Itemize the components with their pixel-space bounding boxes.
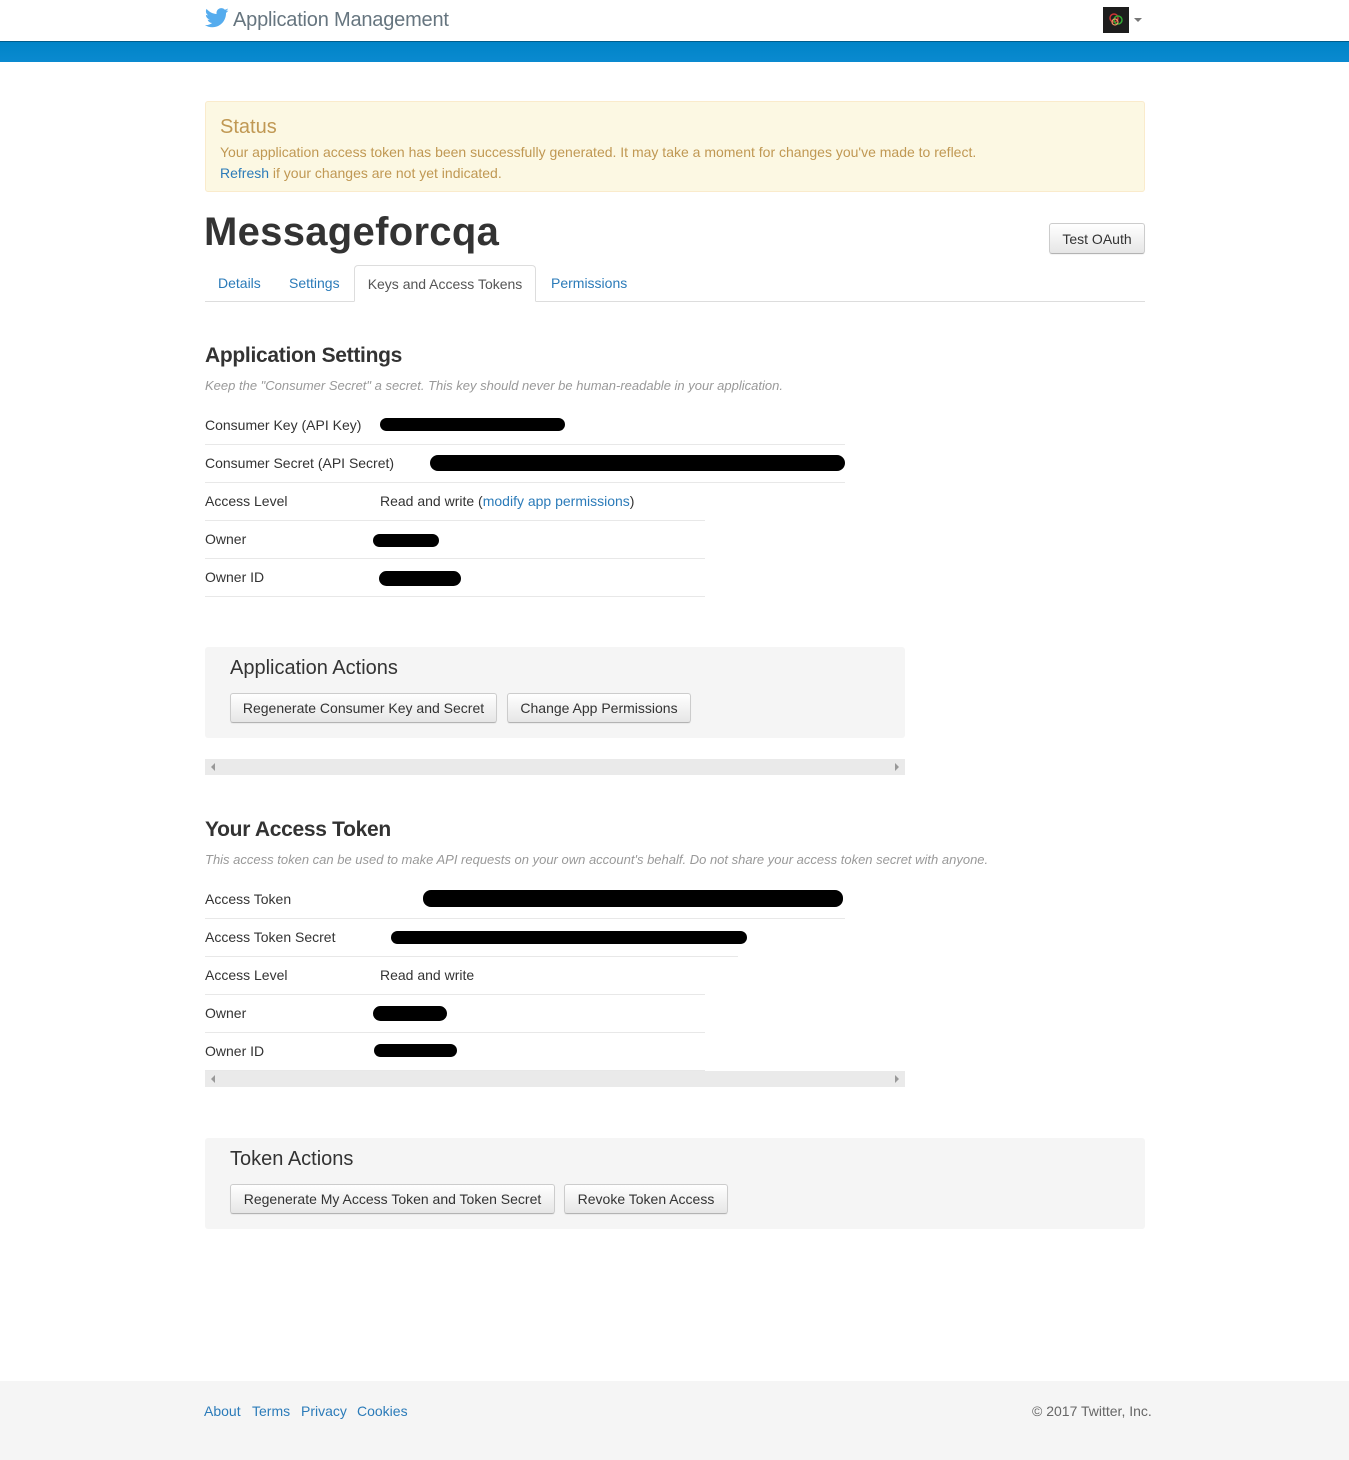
app-access-level-row: Access Level Read and write (modify app …	[205, 483, 705, 521]
tab-details[interactable]: Details	[218, 265, 261, 301]
application-actions-heading: Application Actions	[230, 657, 398, 679]
test-oauth-button[interactable]: Test OAuth	[1049, 223, 1145, 254]
redacted-access-token-secret	[391, 931, 747, 944]
scroll-right-icon[interactable]	[895, 763, 899, 771]
revoke-token-access-button[interactable]: Revoke Token Access	[564, 1184, 728, 1214]
twitter-bird-icon	[204, 8, 229, 33]
app-owner-row: Owner	[205, 521, 705, 559]
modify-app-permissions-link[interactable]: modify app permissions	[483, 493, 630, 509]
access-token-secret-label: Access Token Secret	[205, 929, 336, 945]
redacted-owner-id	[379, 571, 461, 586]
avatar[interactable]	[1103, 7, 1129, 33]
status-alert: Status Your application access token has…	[205, 101, 1145, 192]
consumer-key-label: Consumer Key (API Key)	[205, 417, 362, 433]
footer-link-about[interactable]: About	[204, 1403, 241, 1419]
account-menu[interactable]	[1103, 7, 1142, 33]
token-owner-row: Owner	[205, 995, 705, 1033]
change-app-permissions-button[interactable]: Change App Permissions	[507, 693, 691, 723]
access-level-label: Access Level	[205, 493, 288, 509]
tab-permissions[interactable]: Permissions	[551, 265, 627, 301]
redacted-consumer-key	[380, 418, 565, 431]
token-owner-id-row: Owner ID	[205, 1033, 705, 1071]
redacted-access-token	[423, 890, 843, 907]
status-title: Status	[220, 116, 277, 138]
tab-keys-and-access-tokens[interactable]: Keys and Access Tokens	[354, 265, 536, 302]
redacted-token-owner	[373, 1006, 447, 1021]
regenerate-access-token-button[interactable]: Regenerate My Access Token and Token Sec…	[230, 1184, 555, 1214]
status-refresh-line: Refresh if your changes are not yet indi…	[220, 165, 502, 181]
token-actions-heading: Token Actions	[230, 1148, 354, 1170]
application-settings-note: Keep the "Consumer Secret" a secret. Thi…	[205, 378, 783, 393]
header-accent-bar	[0, 41, 1349, 62]
consumer-secret-row: Consumer Secret (API Secret)	[205, 445, 845, 483]
top-navbar: Application Management	[0, 0, 1349, 41]
access-level-text: Read and write (	[380, 493, 483, 509]
consumer-secret-label: Consumer Secret (API Secret)	[205, 455, 395, 471]
horizontal-scrollbar[interactable]	[205, 759, 905, 775]
footer-link-privacy[interactable]: Privacy	[301, 1403, 347, 1419]
token-access-level-label: Access Level	[205, 967, 288, 983]
token-owner-label: Owner	[205, 1005, 247, 1021]
refresh-suffix: if your changes are not yet indicated.	[269, 165, 502, 181]
token-access-level-row: Access Level Read and write	[205, 957, 705, 995]
token-owner-id-label: Owner ID	[205, 1043, 265, 1059]
regenerate-consumer-key-button[interactable]: Regenerate Consumer Key and Secret	[230, 693, 497, 723]
redacted-owner	[373, 534, 439, 547]
access-token-heading: Your Access Token	[205, 818, 391, 841]
redacted-token-owner-id	[374, 1044, 457, 1057]
access-token-secret-row: Access Token Secret	[205, 919, 747, 957]
scroll-right-icon[interactable]	[895, 1075, 899, 1083]
access-token-row: Access Token	[205, 881, 845, 919]
footer-link-terms[interactable]: Terms	[252, 1403, 290, 1419]
access-token-note: This access token can be used to make AP…	[205, 852, 989, 867]
footer-link-cookies[interactable]: Cookies	[357, 1403, 408, 1419]
brand[interactable]: Application Management	[204, 8, 449, 33]
status-message: Your application access token has been s…	[220, 144, 977, 160]
access-level-value: Read and write (modify app permissions)	[380, 493, 634, 509]
scroll-left-icon[interactable]	[211, 1075, 215, 1083]
chevron-down-icon[interactable]	[1134, 18, 1142, 22]
token-access-level-value: Read and write	[380, 967, 475, 983]
consumer-key-row: Consumer Key (API Key)	[205, 407, 845, 445]
scroll-left-icon[interactable]	[211, 763, 215, 771]
footer: About Terms Privacy Cookies © 2017 Twitt…	[0, 1381, 1349, 1460]
tab-settings[interactable]: Settings	[289, 265, 340, 301]
owner-label: Owner	[205, 531, 247, 547]
copyright: © 2017 Twitter, Inc.	[1032, 1403, 1152, 1419]
refresh-link[interactable]: Refresh	[220, 165, 269, 181]
access-level-suffix: )	[629, 493, 635, 509]
app-owner-id-row: Owner ID	[205, 559, 705, 597]
owner-id-label: Owner ID	[205, 569, 265, 585]
access-token-label: Access Token	[205, 891, 292, 907]
application-settings-heading: Application Settings	[205, 344, 403, 367]
app-management-title: Application Management	[233, 9, 449, 31]
horizontal-scrollbar[interactable]	[205, 1071, 905, 1087]
tabs-divider	[205, 301, 1145, 302]
page-title: Messageforcqa	[204, 210, 500, 254]
redacted-consumer-secret	[430, 455, 845, 471]
